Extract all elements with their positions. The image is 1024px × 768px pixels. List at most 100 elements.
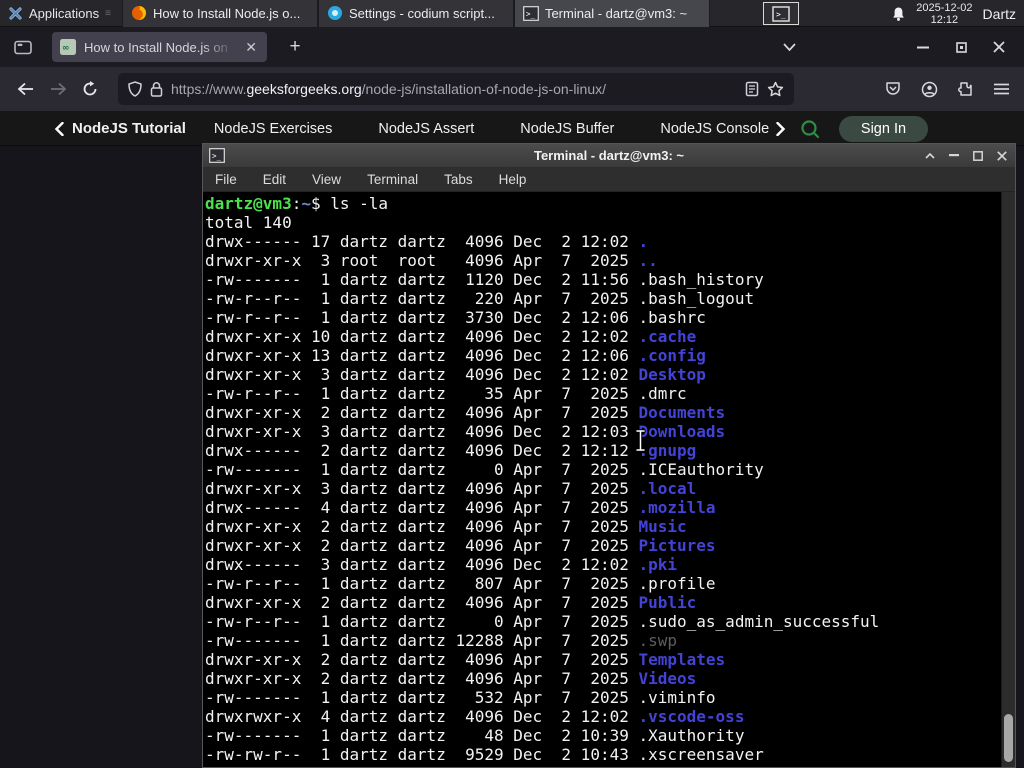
browser-minimize-button[interactable] [908, 34, 938, 60]
file-name: .profile [638, 574, 716, 593]
terminal-prompt-line: dartz@vm3:~$ ls -la [205, 194, 389, 213]
terminal-menubar: File Edit View Terminal Tabs Help [203, 167, 1015, 192]
nodejs-tutorial-link[interactable]: NodeJS Tutorial [55, 120, 186, 137]
user-menu[interactable]: Dartz [983, 6, 1016, 22]
file-name: .bash_logout [638, 289, 755, 308]
file-name: Templates [638, 650, 726, 669]
back-button[interactable] [10, 73, 42, 105]
file-name: .sudo_as_admin_successful [638, 612, 880, 631]
reader-mode-icon[interactable] [745, 81, 759, 97]
lock-icon[interactable] [150, 81, 163, 97]
svg-text:>_: >_ [776, 10, 786, 19]
terminal-window-title: Terminal - dartz@vm3: ~ [533, 148, 685, 163]
file-name: .cache [638, 327, 697, 346]
terminal-line: -rw-r--r-- 1 dartz dartz 35 Apr 7 2025 .… [205, 384, 687, 403]
panel-window-button-firefox[interactable]: How to Install Node.js o... [121, 0, 318, 27]
terminal-line: total 140 [205, 213, 292, 232]
tab-title: How to Install Node.js on [84, 39, 228, 55]
terminal-maximize-button[interactable] [970, 148, 985, 163]
panel-clock[interactable]: 2025-12-02 12:12 [916, 2, 972, 26]
browser-maximize-button[interactable] [946, 34, 976, 60]
notification-bell-icon[interactable] [891, 6, 906, 22]
new-tab-button[interactable]: + [281, 36, 309, 58]
terminal-close-button[interactable] [994, 148, 1009, 163]
extensions-puzzle-icon[interactable] [950, 74, 980, 104]
terminal-menu-edit[interactable]: Edit [263, 172, 286, 187]
tab-close-icon[interactable]: ✕ [243, 39, 259, 56]
file-name: .dmrc [638, 384, 687, 403]
terminal-line: drwxr-xr-x 2 dartz dartz 4096 Apr 7 2025… [205, 403, 726, 422]
file-name: Videos [638, 669, 697, 688]
terminal-line: drwxr-xr-x 2 dartz dartz 4096 Apr 7 2025… [205, 517, 687, 536]
file-name: Desktop [638, 365, 706, 384]
panel-window-button-codium[interactable]: Settings - codium script... [317, 0, 514, 27]
active-window-tray-icon[interactable]: >_ [763, 2, 799, 25]
terminal-window: >_ Terminal - dartz@vm3: ~ File Edit View T… [202, 143, 1016, 768]
clock-time: 12:12 [930, 13, 959, 26]
terminal-line: -rw------- 1 dartz dartz 532 Apr 7 2025 … [205, 688, 716, 707]
url-bar[interactable]: https://www.geeksforgeeks.org/node-js/in… [118, 73, 794, 105]
chevron-right-icon[interactable] [776, 121, 785, 136]
site-subnav-items: NodeJS Exercises NodeJS Assert NodeJS Buff… [214, 121, 814, 137]
terminal-line: drwxr-xr-x 2 dartz dartz 4096 Apr 7 2025… [205, 536, 716, 555]
terminal-line: drwxr-xr-x 10 dartz dartz 4096 Dec 2 12:… [205, 327, 697, 346]
forward-button[interactable] [42, 73, 74, 105]
site-subnav-item[interactable]: NodeJS Exercises [214, 121, 332, 137]
terminal-line: -rw-r--r-- 1 dartz dartz 0 Apr 7 2025 .s… [205, 612, 880, 631]
firefox-view-button[interactable] [8, 33, 38, 61]
account-icon[interactable] [914, 74, 944, 104]
svg-text:>_: >_ [212, 152, 222, 161]
window-button-label: Terminal - dartz@vm3: ~ [544, 5, 688, 21]
file-name: .bashrc [638, 308, 706, 327]
terminal-output[interactable]: dartz@vm3:~$ ls -la total 140 drwx------ 1… [203, 192, 1015, 767]
file-name: .local [638, 479, 697, 498]
terminal-shade-button[interactable] [922, 148, 937, 163]
file-name: .vscode-oss [638, 707, 745, 726]
panel-window-button-terminal[interactable]: >_ Terminal - dartz@vm3: ~ [513, 0, 710, 27]
file-name: .gnupg [638, 441, 697, 460]
terminal-line: drwxr-xr-x 2 dartz dartz 4096 Apr 7 2025… [205, 650, 726, 669]
window-button-label: How to Install Node.js o... [152, 5, 301, 21]
site-subnav: NodeJS Tutorial NodeJS Exercises NodeJS A… [0, 112, 1024, 146]
site-subnav-item[interactable]: NodeJS Console [660, 121, 769, 137]
file-name: .xscreensaver [638, 745, 764, 764]
chevron-left-icon [55, 121, 64, 136]
terminal-menu-terminal[interactable]: Terminal [367, 172, 418, 187]
bookmark-star-icon[interactable] [767, 81, 784, 97]
file-name: .bash_history [638, 270, 764, 289]
terminal-menu-view[interactable]: View [312, 172, 341, 187]
hamburger-menu-icon[interactable] [986, 74, 1016, 104]
pocket-save-icon[interactable] [878, 74, 908, 104]
terminal-scrollbar[interactable] [1001, 192, 1015, 767]
browser-close-button[interactable] [984, 34, 1014, 60]
text-cursor-ibeam [634, 429, 647, 452]
sign-in-button[interactable]: Sign In [838, 115, 929, 142]
reload-button[interactable] [74, 73, 106, 105]
panel-tray: 2025-12-02 12:12 Dartz [891, 0, 1024, 27]
tracking-shield-icon[interactable] [128, 81, 142, 97]
file-name: Downloads [638, 422, 726, 441]
terminal-minimize-button[interactable] [946, 148, 961, 163]
site-subnav-item[interactable]: NodeJS Assert [378, 121, 474, 137]
toolbar-right-icons [878, 74, 1024, 104]
terminal-menu-help[interactable]: Help [499, 172, 527, 187]
browser-tab-active[interactable]: ∞ How to Install Node.js on ✕ [52, 32, 267, 62]
terminal-titlebar[interactable]: >_ Terminal - dartz@vm3: ~ [203, 144, 1015, 167]
terminal-menu-tabs[interactable]: Tabs [444, 172, 473, 187]
site-search-icon[interactable] [799, 118, 821, 140]
applications-icon [8, 6, 23, 21]
file-name: Music [638, 517, 687, 536]
codium-icon [327, 5, 343, 21]
file-name: Documents [638, 403, 726, 422]
terminal-window-controls [922, 148, 1009, 163]
svg-text:∞: ∞ [62, 44, 70, 54]
terminal-line: -rw-r--r-- 1 dartz dartz 3730 Dec 2 12:0… [205, 308, 706, 327]
terminal-line: -rw-r--r-- 1 dartz dartz 220 Apr 7 2025 … [205, 289, 755, 308]
applications-menu-button[interactable]: Applications ≡ [0, 0, 122, 27]
terminal-menu-file[interactable]: File [215, 172, 237, 187]
list-all-tabs-chevron-icon[interactable] [774, 34, 804, 60]
terminal-line: drwx------ 3 dartz dartz 4096 Dec 2 12:0… [205, 555, 678, 574]
terminal-scrollbar-thumb[interactable] [1004, 714, 1013, 762]
file-name: .config [638, 346, 706, 365]
site-subnav-item[interactable]: NodeJS Buffer [520, 121, 614, 137]
